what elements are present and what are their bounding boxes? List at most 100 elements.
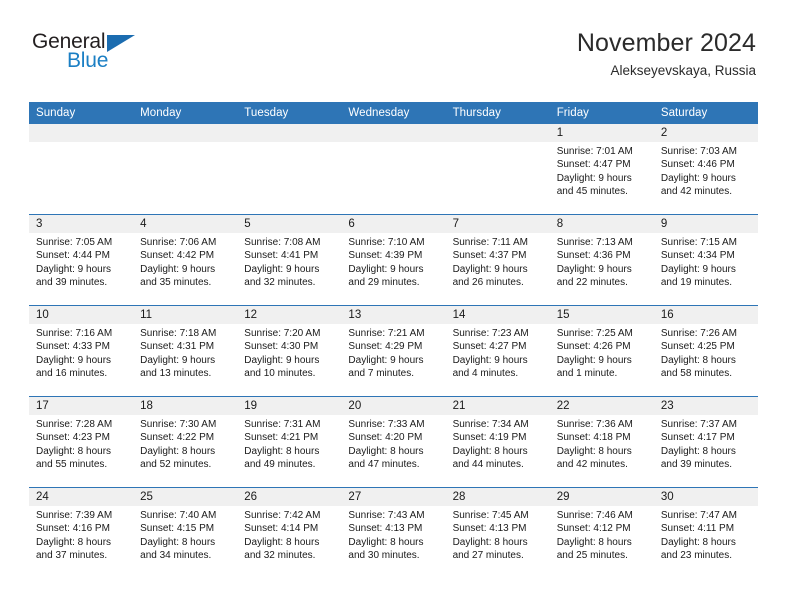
day-details: Sunrise: 7:36 AM Sunset: 4:18 PM Daylight:… <box>550 415 654 472</box>
daylight-text-line1: Daylight: 8 hours <box>660 354 736 366</box>
calendar-day-cell[interactable]: 17 Sunrise: 7:28 AM Sunset: 4:23 PM Dayligh… <box>29 396 134 488</box>
calendar-day-cell[interactable]: 4 Sunrise: 7:06 AM Sunset: 4:42 PM Daylight… <box>133 214 238 306</box>
calendar-day-cell[interactable]: 16 Sunrise: 7:26 AM Sunset: 4:25 PM Dayligh… <box>653 305 758 397</box>
daylight-text-line1: Daylight: 8 hours <box>348 536 424 548</box>
daylight-text-line1: Daylight: 8 hours <box>348 445 424 457</box>
weekday-header-wednesday: Wednesday <box>341 102 446 124</box>
calendar-day-cell[interactable]: 9 Sunrise: 7:15 AM Sunset: 4:34 PM Daylight… <box>653 214 758 306</box>
calendar-day-cell[interactable]: 15 Sunrise: 7:25 AM Sunset: 4:26 PM Dayligh… <box>549 305 654 397</box>
calendar-day-cell[interactable]: 11 Sunrise: 7:18 AM Sunset: 4:31 PM Dayligh… <box>133 305 238 397</box>
sunset-text: Sunset: 4:31 PM <box>140 341 215 353</box>
weekday-header-friday: Friday <box>549 102 654 124</box>
daylight-text-line2: and 10 minutes. <box>244 368 316 380</box>
day-details: Sunrise: 7:42 AM Sunset: 4:14 PM Daylight:… <box>237 506 341 563</box>
daylight-text-line1: Daylight: 9 hours <box>660 263 736 275</box>
calendar-day-cell-empty <box>445 124 550 215</box>
calendar-day-cell[interactable]: 30 Sunrise: 7:47 AM Sunset: 4:11 PM Dayligh… <box>653 487 758 578</box>
daylight-text-line1: Daylight: 9 hours <box>140 263 216 275</box>
daylight-text-line2: and 47 minutes. <box>348 459 420 471</box>
calendar-day-cell[interactable]: 25 Sunrise: 7:40 AM Sunset: 4:15 PM Dayligh… <box>133 487 238 578</box>
calendar-day-cell[interactable]: 24 Sunrise: 7:39 AM Sunset: 4:16 PM Dayligh… <box>29 487 134 578</box>
day-number: 21 <box>445 397 550 415</box>
daylight-text-line2: and 1 minute. <box>556 368 618 380</box>
daylight-text-line1: Daylight: 9 hours <box>660 172 736 184</box>
sunrise-text: Sunrise: 7:30 AM <box>140 419 217 430</box>
day-number <box>237 124 342 142</box>
sunrise-text: Sunrise: 7:31 AM <box>244 419 321 430</box>
page-subtitle: Alekseyevskaya, Russia <box>610 63 756 78</box>
calendar-day-cell[interactable]: 23 Sunrise: 7:37 AM Sunset: 4:17 PM Dayligh… <box>653 396 758 488</box>
day-number: 4 <box>133 215 238 233</box>
calendar-day-cell[interactable]: 21 Sunrise: 7:34 AM Sunset: 4:19 PM Dayligh… <box>445 396 550 488</box>
day-details: Sunrise: 7:15 AM Sunset: 4:34 PM Daylight:… <box>654 233 758 290</box>
weekday-header-sunday: Sunday <box>29 102 134 124</box>
calendar-day-cell[interactable]: 2 Sunrise: 7:03 AM Sunset: 4:46 PM Daylight… <box>653 124 758 215</box>
calendar-day-cell[interactable]: 29 Sunrise: 7:46 AM Sunset: 4:12 PM Dayligh… <box>549 487 654 578</box>
daylight-text-line1: Daylight: 8 hours <box>36 445 112 457</box>
calendar-day-cell[interactable]: 7 Sunrise: 7:11 AM Sunset: 4:37 PM Daylight… <box>445 214 550 306</box>
daylight-text-line1: Daylight: 8 hours <box>556 536 632 548</box>
calendar-body: 1 Sunrise: 7:01 AM Sunset: 4:47 PM Daylight… <box>29 124 758 578</box>
daylight-text-line1: Daylight: 8 hours <box>140 536 216 548</box>
calendar-week-row: 1 Sunrise: 7:01 AM Sunset: 4:47 PM Daylight… <box>29 124 758 215</box>
calendar-day-cell[interactable]: 10 Sunrise: 7:16 AM Sunset: 4:33 PM Dayligh… <box>29 305 134 397</box>
daylight-text-line2: and 52 minutes. <box>140 459 212 471</box>
sunset-text: Sunset: 4:15 PM <box>140 523 215 535</box>
calendar-day-cell[interactable]: 20 Sunrise: 7:33 AM Sunset: 4:20 PM Dayligh… <box>341 396 446 488</box>
weekday-header-thursday: Thursday <box>445 102 550 124</box>
day-number <box>445 124 550 142</box>
general-blue-logo[interactable]: General Blue <box>29 28 199 80</box>
daylight-text-line1: Daylight: 8 hours <box>452 536 528 548</box>
calendar-day-cell[interactable]: 5 Sunrise: 7:08 AM Sunset: 4:41 PM Daylight… <box>237 214 342 306</box>
daylight-text-line2: and 42 minutes. <box>660 186 733 198</box>
daylight-text-line1: Daylight: 8 hours <box>660 536 736 548</box>
daylight-text-line1: Daylight: 9 hours <box>452 263 528 275</box>
sunset-text: Sunset: 4:18 PM <box>556 432 631 444</box>
calendar-day-cell[interactable]: 22 Sunrise: 7:36 AM Sunset: 4:18 PM Dayligh… <box>549 396 654 488</box>
day-details: Sunrise: 7:26 AM Sunset: 4:25 PM Daylight:… <box>654 324 758 381</box>
sunset-text: Sunset: 4:27 PM <box>452 341 527 353</box>
day-details: Sunrise: 7:46 AM Sunset: 4:12 PM Daylight:… <box>550 506 654 563</box>
calendar-week-row: 10 Sunrise: 7:16 AM Sunset: 4:33 PM Dayligh… <box>29 305 758 397</box>
daylight-text-line1: Daylight: 9 hours <box>244 263 320 275</box>
sunrise-text: Sunrise: 7:40 AM <box>140 510 217 521</box>
calendar-day-cell[interactable]: 13 Sunrise: 7:21 AM Sunset: 4:29 PM Dayligh… <box>341 305 446 397</box>
calendar-day-cell[interactable]: 28 Sunrise: 7:45 AM Sunset: 4:13 PM Dayligh… <box>445 487 550 578</box>
sunset-text: Sunset: 4:44 PM <box>36 250 110 262</box>
sunrise-text: Sunrise: 7:06 AM <box>140 237 217 248</box>
calendar-day-cell[interactable]: 8 Sunrise: 7:13 AM Sunset: 4:36 PM Daylight… <box>549 214 654 306</box>
sunrise-text: Sunrise: 7:39 AM <box>36 510 113 521</box>
calendar-week-row: 24 Sunrise: 7:39 AM Sunset: 4:16 PM Dayligh… <box>29 487 758 578</box>
daylight-text-line2: and 26 minutes. <box>452 277 524 289</box>
calendar-day-cell[interactable]: 27 Sunrise: 7:43 AM Sunset: 4:13 PM Dayligh… <box>341 487 446 578</box>
calendar-day-cell[interactable]: 26 Sunrise: 7:42 AM Sunset: 4:14 PM Dayligh… <box>237 487 342 578</box>
calendar-header-row-group: Sunday Monday Tuesday Wednesday Thursday… <box>29 102 758 124</box>
calendar-day-cell[interactable]: 18 Sunrise: 7:30 AM Sunset: 4:22 PM Dayligh… <box>133 396 238 488</box>
calendar-day-cell[interactable]: 3 Sunrise: 7:05 AM Sunset: 4:44 PM Daylight… <box>29 214 134 306</box>
sunset-text: Sunset: 4:41 PM <box>244 250 319 262</box>
calendar-day-cell[interactable]: 1 Sunrise: 7:01 AM Sunset: 4:47 PM Daylight… <box>549 124 654 215</box>
daylight-text-line1: Daylight: 9 hours <box>348 263 424 275</box>
sunrise-text: Sunrise: 7:36 AM <box>556 419 633 430</box>
calendar-day-cell[interactable]: 6 Sunrise: 7:10 AM Sunset: 4:39 PM Daylight… <box>341 214 446 306</box>
sunset-text: Sunset: 4:47 PM <box>556 159 631 171</box>
daylight-text-line2: and 13 minutes. <box>140 368 212 380</box>
daylight-text-line2: and 49 minutes. <box>244 459 316 471</box>
day-number: 23 <box>653 397 758 415</box>
calendar-day-cell[interactable]: 19 Sunrise: 7:31 AM Sunset: 4:21 PM Dayligh… <box>237 396 342 488</box>
day-details: Sunrise: 7:33 AM Sunset: 4:20 PM Daylight:… <box>341 415 445 472</box>
sunrise-text: Sunrise: 7:05 AM <box>36 237 113 248</box>
day-details: Sunrise: 7:47 AM Sunset: 4:11 PM Daylight:… <box>654 506 758 563</box>
day-details: Sunrise: 7:40 AM Sunset: 4:15 PM Daylight:… <box>133 506 237 563</box>
weekday-header-monday: Monday <box>133 102 238 124</box>
day-details: Sunrise: 7:37 AM Sunset: 4:17 PM Daylight:… <box>654 415 758 472</box>
calendar-day-cell[interactable]: 14 Sunrise: 7:23 AM Sunset: 4:27 PM Dayligh… <box>445 305 550 397</box>
sunset-text: Sunset: 4:29 PM <box>348 341 423 353</box>
calendar-day-cell[interactable]: 12 Sunrise: 7:20 AM Sunset: 4:30 PM Dayligh… <box>237 305 342 397</box>
calendar-week-row: 17 Sunrise: 7:28 AM Sunset: 4:23 PM Dayligh… <box>29 396 758 488</box>
sunset-text: Sunset: 4:16 PM <box>36 523 110 535</box>
sunrise-text: Sunrise: 7:46 AM <box>556 510 633 521</box>
sunrise-text: Sunrise: 7:37 AM <box>660 419 737 430</box>
day-details: Sunrise: 7:30 AM Sunset: 4:22 PM Daylight:… <box>133 415 237 472</box>
sunrise-text: Sunrise: 7:33 AM <box>348 419 425 430</box>
